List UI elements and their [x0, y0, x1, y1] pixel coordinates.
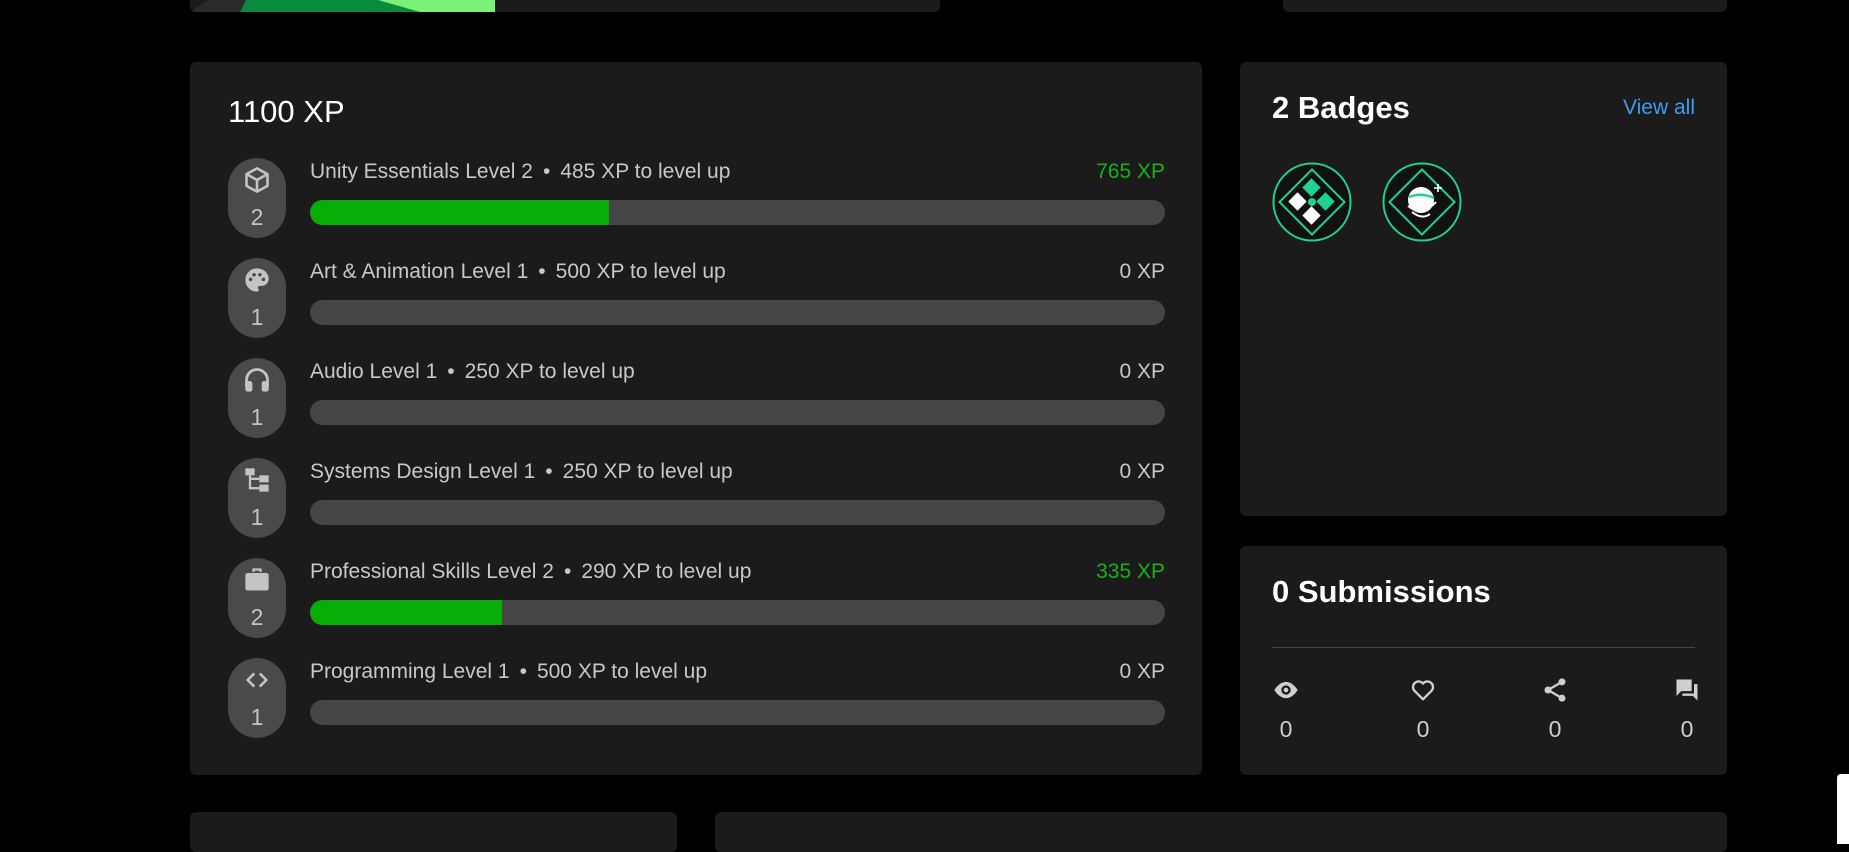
skill-name: Unity Essentials Level 2 — [310, 160, 533, 183]
headphones-icon — [245, 368, 269, 392]
xp-panel: 1100 XP 2 Unity Essentials Level 2 • 485 X… — [190, 62, 1202, 775]
badges-panel: 2 Badges View all — [1240, 62, 1727, 516]
skill-progress-bar — [310, 300, 1165, 325]
skill-xp-value: 765 XP — [1096, 160, 1165, 183]
skill-xp-value: 0 XP — [1119, 660, 1165, 683]
skill-row-programming: 1 Programming Level 1 • 500 XP to level up… — [228, 658, 1165, 738]
code-brackets-icon — [246, 672, 268, 688]
skill-level-number: 1 — [250, 704, 264, 730]
skill-level-number: 1 — [250, 504, 264, 530]
skill-to-level: 250 XP to level up — [464, 360, 635, 383]
skill-level-badge: 1 — [228, 258, 286, 338]
skill-progress-bar — [310, 500, 1165, 525]
unity-cube-icon — [245, 167, 269, 193]
skill-row-audio: 1 Audio Level 1 • 250 XP to level up 0 XP — [228, 358, 1165, 438]
skill-name: Systems Design Level 1 — [310, 460, 536, 483]
skill-xp-value: 0 XP — [1119, 260, 1165, 283]
scroll-edge — [1837, 774, 1849, 844]
bottom-right-panel — [715, 812, 1727, 852]
skill-level-badge: 1 — [228, 358, 286, 438]
top-right-panel — [1283, 0, 1727, 12]
heart-icon — [1411, 680, 1435, 701]
skill-name: Professional Skills Level 2 — [310, 560, 554, 583]
comments-count: 0 — [1680, 716, 1694, 742]
skill-progress-fill — [310, 200, 610, 225]
skill-level-badge: 2 — [228, 158, 286, 238]
skill-label: Professional Skills Level 2 • 290 XP to le… — [310, 560, 752, 583]
views-count: 0 — [1279, 716, 1293, 742]
skill-name: Programming Level 1 — [310, 660, 510, 683]
skill-level-number: 1 — [250, 404, 264, 430]
skill-label: Art & Animation Level 1 • 500 XP to level … — [310, 260, 726, 283]
share-icon — [1544, 678, 1566, 702]
badges-title: 2 Badges — [1272, 90, 1410, 125]
shares-stat: 0 — [1525, 676, 1585, 743]
skill-to-level: 485 XP to level up — [560, 160, 731, 183]
skill-level-number: 2 — [250, 204, 264, 230]
view-all-badges-link[interactable]: View all — [1623, 96, 1695, 120]
skill-level-number: 1 — [250, 304, 264, 330]
skill-label: Unity Essentials Level 2 • 485 XP to level… — [310, 160, 731, 183]
skill-level-badge: 1 — [228, 658, 286, 738]
likes-count: 0 — [1416, 716, 1430, 742]
skill-level-number: 2 — [250, 604, 264, 630]
comment-icon — [1676, 679, 1698, 701]
skill-progress-bar — [310, 600, 1165, 625]
skill-to-level: 500 XP to level up — [536, 660, 708, 683]
briefcase-icon — [245, 568, 269, 591]
skill-label: Programming Level 1 • 500 XP to level up — [310, 660, 708, 683]
skill-xp-value: 0 XP — [1119, 460, 1165, 483]
skill-progress-bar — [310, 400, 1165, 425]
skill-to-level: 290 XP to level up — [581, 560, 752, 583]
skill-to-level: 500 XP to level up — [555, 260, 726, 283]
shares-count: 0 — [1548, 716, 1562, 742]
skill-level-badge: 2 — [228, 558, 286, 638]
comments-stat: 0 — [1657, 676, 1717, 743]
skill-name: Art & Animation Level 1 — [310, 260, 529, 283]
skill-progress-bar — [310, 700, 1165, 725]
skill-progress-fill — [310, 600, 503, 625]
skill-level-badge: 1 — [228, 458, 286, 538]
bottom-left-panel — [190, 812, 677, 852]
skill-name: Audio Level 1 — [310, 360, 438, 383]
skill-row-systems-design: 1 Systems Design Level 1 • 250 XP to level… — [228, 458, 1165, 538]
banner-graphic — [190, 0, 495, 12]
xp-total-title: 1100 XP — [228, 94, 345, 129]
skill-row-art-animation: 1 Art & Animation Level 1 • 500 XP to leve… — [228, 258, 1165, 338]
skill-to-level: 250 XP to level up — [562, 460, 733, 483]
submissions-title: 0 Submissions — [1272, 574, 1491, 609]
skill-xp-value: 335 XP — [1096, 560, 1165, 583]
skill-xp-value: 0 XP — [1119, 360, 1165, 383]
top-left-panel — [190, 0, 940, 12]
skill-label: Systems Design Level 1 • 250 XP to level u… — [310, 460, 733, 483]
hierarchy-icon — [245, 468, 269, 492]
eye-icon — [1274, 681, 1298, 699]
likes-stat: 0 — [1393, 676, 1453, 743]
views-stat: 0 — [1256, 676, 1316, 743]
skill-row-unity-essentials: 2 Unity Essentials Level 2 • 485 XP to lev… — [228, 158, 1165, 238]
skill-label: Audio Level 1 • 250 XP to level up — [310, 360, 635, 383]
planet-badge-icon[interactable] — [1382, 162, 1462, 242]
skill-progress-bar — [310, 200, 1165, 225]
submissions-panel: 0 Submissions 0 0 0 0 — [1240, 546, 1727, 775]
skill-row-professional-skills: 2 Professional Skills Level 2 • 290 XP to … — [228, 558, 1165, 638]
puzzle-diamond-badge-icon[interactable] — [1272, 162, 1352, 242]
palette-icon — [245, 268, 269, 292]
divider — [1272, 647, 1695, 648]
